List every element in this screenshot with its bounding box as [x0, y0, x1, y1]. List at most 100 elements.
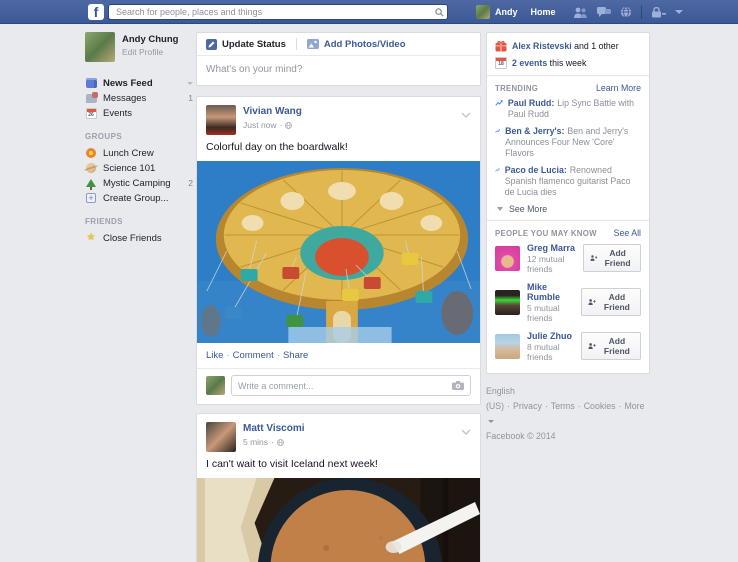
comment-link[interactable]: Comment [233, 350, 274, 361]
see-more-caret-icon [497, 207, 503, 211]
footer-link-privacy[interactable]: Privacy [513, 401, 542, 411]
sidebar-item-news-feed[interactable]: News Feed [85, 76, 193, 90]
friend-requests-icon[interactable] [573, 7, 588, 18]
avatar[interactable] [495, 334, 520, 359]
status-input[interactable] [197, 56, 480, 85]
topbar-right-controls: Andy Home [476, 0, 683, 24]
comment-input[interactable] [232, 381, 446, 391]
footer-link-terms[interactable]: Terms [551, 401, 575, 411]
events-row: 18 2 events this week [495, 57, 641, 69]
events-calendar-icon: 26 [85, 107, 97, 119]
like-link[interactable]: Like [206, 350, 223, 361]
footer-link-more[interactable]: More [624, 401, 644, 411]
trending-item[interactable]: Paco de Lucia:Renowned Spanish flamenco … [495, 165, 641, 198]
messages-icon[interactable] [597, 7, 611, 18]
events-link[interactable]: 2 events [512, 58, 547, 68]
footer-link-cookies[interactable]: Cookies [584, 401, 616, 411]
right-column: Alex Ristevski and 1 other 18 2 events t… [486, 32, 650, 444]
mutual-friends-label: 5 mutual friends [527, 303, 574, 323]
privacy-lock-icon[interactable] [651, 7, 666, 18]
pymk-header: PEOPLE YOU MAY KNOW [495, 229, 597, 238]
planet-icon [85, 162, 97, 174]
friends-section-header: FRIENDS [85, 217, 193, 226]
post-photo-carousel-ride[interactable] [197, 161, 480, 343]
sidebar-item-events[interactable]: 26 Events [85, 106, 193, 120]
pymk-see-all-link[interactable]: See All [614, 228, 641, 238]
news-feed-column: Update Status Add Photos/Video Vivian Wa… [196, 32, 481, 562]
footer-more-caret-icon[interactable] [488, 420, 494, 423]
trending-see-more[interactable]: See More [497, 204, 641, 214]
facebook-logo[interactable]: f [88, 4, 104, 20]
post-text: Colorful day on the boardwalk! [197, 139, 480, 161]
avatar[interactable] [206, 422, 236, 452]
top-navigation-bar: f Andy Home [0, 0, 738, 24]
post-author-link[interactable]: Matt Viscomi [243, 423, 305, 434]
messages-count-badge: 1 [188, 93, 193, 103]
pymk-name-link[interactable]: Julie Zhuo [527, 331, 574, 341]
avatar[interactable] [495, 246, 520, 271]
sidebar-item-create-group[interactable]: + Create Group... [85, 191, 193, 205]
trending-learn-more-link[interactable]: Learn More [596, 83, 641, 93]
gift-icon [495, 40, 507, 52]
post-timestamp[interactable]: Just now· [243, 120, 302, 130]
groups-section-header: GROUPS [85, 132, 193, 141]
topbar-divider [641, 5, 642, 19]
notifications-globe-icon[interactable] [620, 6, 632, 18]
footer-links: English (US)·Privacy·Terms·Cookies·More [486, 384, 650, 429]
topbar-home-link[interactable]: Home [531, 7, 556, 17]
search-input[interactable] [109, 7, 431, 17]
edit-profile-link[interactable]: Edit Profile [122, 47, 178, 57]
feed-post-matt: Matt Viscomi 5 mins· I can't wait to vis… [196, 413, 481, 562]
trending-item[interactable]: Paul Rudd:Lip Sync Battle with Paul Rudd [495, 98, 641, 120]
add-photos-video-tab[interactable]: Add Photos/Video [307, 39, 406, 50]
post-menu-chevron-icon[interactable] [461, 105, 471, 123]
sidebar-item-messages[interactable]: Messages 1 [85, 91, 193, 105]
sidebar-profile[interactable]: Andy Chung Edit Profile [85, 32, 193, 62]
post-timestamp[interactable]: 5 mins· [243, 437, 305, 447]
sidebar-item-lunch-crew[interactable]: Lunch Crew [85, 146, 193, 160]
add-friend-button[interactable]: Add Friend [583, 244, 641, 272]
pymk-name-link[interactable]: Mike Rumble [527, 282, 574, 302]
comment-box [231, 375, 471, 396]
profile-name: Andy Chung [122, 32, 178, 45]
camera-icon[interactable] [446, 381, 470, 390]
post-menu-chevron-icon[interactable] [461, 422, 471, 440]
post-photo-soup-bowl[interactable] [197, 478, 480, 562]
post-author-link[interactable]: Vivian Wang [243, 106, 302, 117]
calendar-icon: 18 [495, 57, 507, 69]
avatar[interactable] [206, 376, 225, 395]
share-link[interactable]: Share [283, 350, 308, 361]
search-icon[interactable] [431, 8, 447, 17]
footer-copyright: Facebook © 2014 [486, 429, 650, 444]
sidebar-item-science-101[interactable]: Science 101 [85, 161, 193, 175]
left-sidebar: Andy Chung Edit Profile News Feed Messag… [85, 32, 193, 246]
page-footer: English (US)·Privacy·Terms·Cookies·More … [486, 384, 650, 444]
news-feed-caret-icon[interactable] [187, 82, 193, 85]
topbar-profile-name: Andy [495, 7, 518, 17]
add-friend-icon [588, 342, 596, 350]
add-friend-icon [588, 298, 596, 306]
avatar [476, 5, 490, 19]
birthday-person-link[interactable]: Alex Ristevski [512, 41, 572, 51]
star-icon: ★ [85, 232, 97, 244]
mutual-friends-label: 12 mutual friends [527, 254, 576, 274]
footer-link-language[interactable]: English (US) [486, 386, 515, 411]
flower-icon [85, 147, 97, 159]
topbar-profile-link[interactable]: Andy [476, 5, 518, 19]
sidebar-item-mystic-camping[interactable]: Mystic Camping 2 [85, 176, 193, 190]
trending-item[interactable]: Ben & Jerry's:Ben and Jerry's Announces … [495, 126, 641, 159]
trending-arrow-icon [495, 126, 500, 136]
status-composer: Update Status Add Photos/Video [196, 32, 481, 86]
photo-icon [307, 39, 319, 49]
pymk-name-link[interactable]: Greg Marra [527, 243, 576, 253]
avatar[interactable] [206, 105, 236, 135]
trending-header: TRENDING [495, 84, 538, 93]
messages-bubble-icon [85, 92, 97, 104]
update-status-tab[interactable]: Update Status [206, 39, 286, 50]
sidebar-item-close-friends[interactable]: ★ Close Friends [85, 231, 193, 245]
group-count-badge: 2 [188, 178, 193, 188]
avatar[interactable] [495, 290, 520, 315]
account-menu-caret-icon[interactable] [675, 10, 683, 14]
add-friend-button[interactable]: Add Friend [581, 332, 641, 360]
add-friend-button[interactable]: Add Friend [581, 288, 641, 316]
